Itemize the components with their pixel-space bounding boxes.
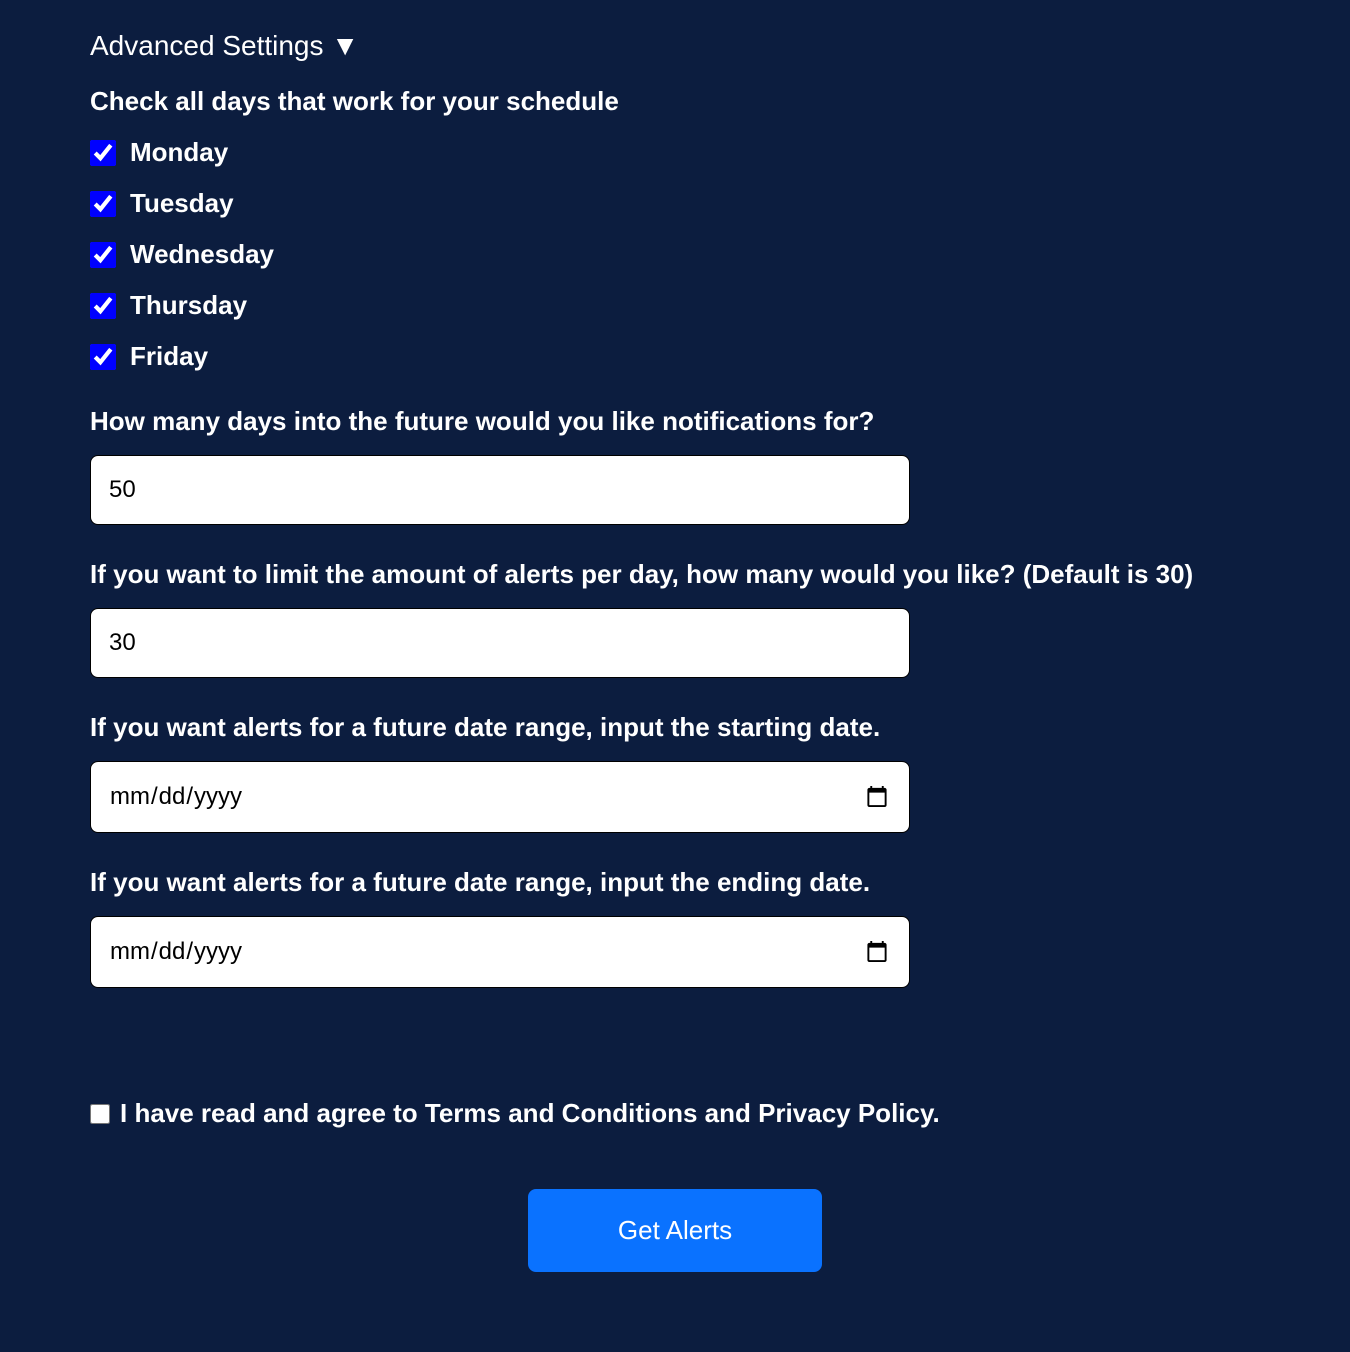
future-days-label: How many days into the future would you … — [90, 406, 1260, 437]
terms-label[interactable]: I have read and agree to Terms and Condi… — [120, 1098, 940, 1129]
day-row-tuesday: Tuesday — [90, 188, 1260, 219]
alerts-limit-label: If you want to limit the amount of alert… — [90, 559, 1260, 590]
day-label-monday[interactable]: Monday — [130, 137, 228, 168]
day-row-monday: Monday — [90, 137, 1260, 168]
day-label-wednesday[interactable]: Wednesday — [130, 239, 274, 270]
day-row-friday: Friday — [90, 341, 1260, 372]
end-date-input[interactable] — [90, 916, 910, 988]
day-checkbox-wednesday[interactable] — [90, 242, 116, 268]
submit-container: Get Alerts — [90, 1189, 1260, 1272]
alerts-limit-input[interactable] — [90, 608, 910, 678]
day-label-friday[interactable]: Friday — [130, 341, 208, 372]
terms-checkbox[interactable] — [90, 1104, 110, 1124]
get-alerts-button[interactable]: Get Alerts — [528, 1189, 822, 1272]
day-row-wednesday: Wednesday — [90, 239, 1260, 270]
day-label-tuesday[interactable]: Tuesday — [130, 188, 234, 219]
schedule-heading: Check all days that work for your schedu… — [90, 86, 1260, 117]
end-date-group: If you want alerts for a future date ran… — [90, 867, 1260, 988]
day-label-thursday[interactable]: Thursday — [130, 290, 247, 321]
advanced-settings-toggle[interactable]: Advanced Settings ▼ — [90, 30, 1260, 62]
alerts-limit-group: If you want to limit the amount of alert… — [90, 559, 1260, 678]
start-date-group: If you want alerts for a future date ran… — [90, 712, 1260, 833]
start-date-input[interactable] — [90, 761, 910, 833]
day-checkbox-monday[interactable] — [90, 140, 116, 166]
start-date-label: If you want alerts for a future date ran… — [90, 712, 1260, 743]
end-date-label: If you want alerts for a future date ran… — [90, 867, 1260, 898]
terms-row: I have read and agree to Terms and Condi… — [90, 1098, 1260, 1129]
future-days-input[interactable] — [90, 455, 910, 525]
future-days-group: How many days into the future would you … — [90, 406, 1260, 525]
day-checkbox-friday[interactable] — [90, 344, 116, 370]
day-checkbox-thursday[interactable] — [90, 293, 116, 319]
day-checkbox-tuesday[interactable] — [90, 191, 116, 217]
day-row-thursday: Thursday — [90, 290, 1260, 321]
